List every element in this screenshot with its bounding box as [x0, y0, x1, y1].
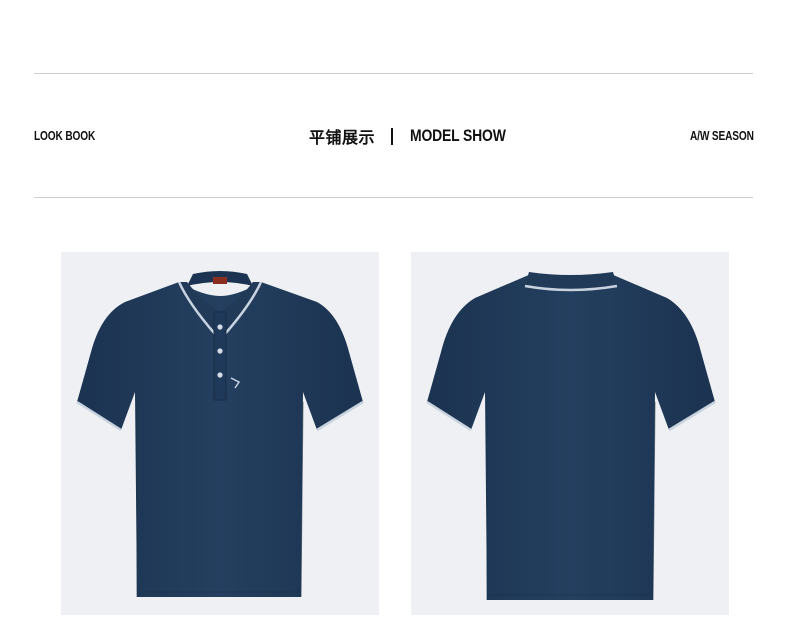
section-title: 平铺展示 MODEL SHOW [309, 124, 527, 148]
polo-back-image [411, 252, 729, 615]
title-separator [391, 127, 394, 145]
look-book-label: LOOK BOOK [34, 128, 96, 143]
section-title-en: MODEL SHOW [410, 126, 506, 145]
polo-front-image [61, 252, 379, 615]
top-divider-line [34, 73, 753, 74]
season-label: A/W SEASON [690, 128, 754, 143]
bottom-divider-line [34, 197, 753, 198]
section-title-cn: 平铺展示 [309, 128, 376, 147]
